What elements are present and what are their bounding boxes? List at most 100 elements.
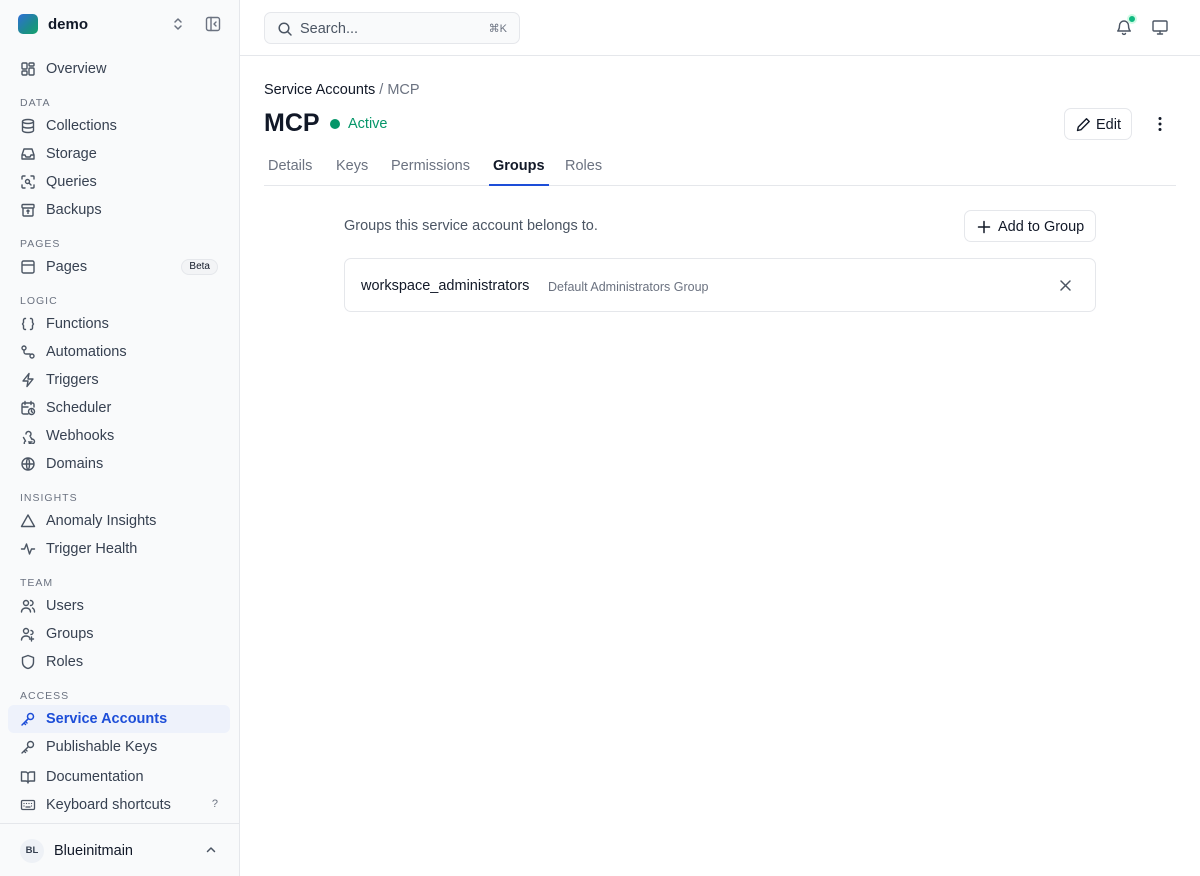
- search-icon: [277, 21, 293, 37]
- status-label: Active: [348, 116, 388, 132]
- archive-restore-icon: [20, 202, 36, 218]
- edit-button[interactable]: Edit: [1064, 108, 1132, 140]
- sidebar-item-label: Domains: [46, 456, 104, 472]
- calendar-clock-icon: [20, 400, 36, 416]
- sidebar-item-label: Automations: [46, 344, 127, 360]
- sidebar-item-keyboard-shortcuts[interactable]: Keyboard shortcuts ?: [8, 791, 230, 819]
- section-label-insights: INSIGHTS: [20, 492, 78, 504]
- database-icon: [20, 118, 36, 134]
- beta-badge: Beta: [181, 259, 218, 275]
- shield-icon: [20, 654, 36, 670]
- sidebar-item-publishable-keys[interactable]: Publishable Keys: [8, 733, 230, 761]
- close-icon[interactable]: [1058, 278, 1073, 293]
- user-name: Blueinitmain: [54, 843, 133, 859]
- key-icon: [20, 739, 36, 755]
- sidebar-item-anomaly-insights[interactable]: Anomaly Insights: [8, 507, 230, 535]
- section-label-logic: LOGIC: [20, 295, 58, 307]
- pencil-icon: [1076, 117, 1091, 132]
- sidebar-item-label: Service Accounts: [46, 711, 168, 727]
- group-description: Default Administrators Group: [548, 280, 709, 294]
- tab-groups[interactable]: Groups: [489, 158, 549, 186]
- sidebar: demo Overview DATA Collections Storage Q…: [0, 0, 240, 876]
- tab-keys[interactable]: Keys: [336, 158, 368, 186]
- tab-permissions[interactable]: Permissions: [391, 158, 470, 186]
- tab-roles[interactable]: Roles: [565, 158, 602, 186]
- user-menu[interactable]: BL Blueinitmain: [0, 823, 239, 876]
- sidebar-item-storage[interactable]: Storage: [8, 140, 230, 168]
- section-label-data: DATA: [20, 97, 51, 109]
- sidebar-item-label: Backups: [46, 202, 102, 218]
- search-input[interactable]: Search... ⌘K: [264, 12, 520, 44]
- sidebar-item-label: Groups: [46, 626, 94, 642]
- status-dot: [330, 119, 340, 129]
- sidebar-item-pages[interactable]: Pages Beta: [8, 253, 230, 281]
- search-shortcut: ⌘K: [488, 23, 507, 35]
- workspace-logo: [18, 14, 38, 34]
- zap-icon: [20, 372, 36, 388]
- section-label-access: ACCESS: [20, 690, 70, 702]
- sidebar-item-documentation[interactable]: Documentation: [8, 763, 230, 791]
- activity-icon: [20, 541, 36, 557]
- layout-icon: [20, 259, 36, 275]
- breadcrumb-separator: /: [379, 82, 384, 98]
- breadcrumb-parent-link[interactable]: Service Accounts: [264, 82, 375, 98]
- workflow-icon: [20, 344, 36, 360]
- avatar: BL: [20, 839, 44, 863]
- tab-details[interactable]: Details: [268, 158, 312, 186]
- group-name: workspace_administrators: [361, 278, 530, 294]
- add-to-group-button[interactable]: Add to Group: [964, 210, 1096, 242]
- sidebar-item-scheduler[interactable]: Scheduler: [8, 394, 230, 422]
- tab-bar: Details Keys Permissions Groups Roles: [264, 150, 1176, 186]
- sidebar-item-service-accounts[interactable]: Service Accounts: [8, 705, 230, 733]
- breadcrumb-current: MCP: [387, 82, 420, 98]
- sidebar-item-queries[interactable]: Queries: [8, 168, 230, 196]
- sidebar-item-groups[interactable]: Groups: [8, 620, 230, 648]
- dashboard-icon: [20, 61, 36, 77]
- sidebar-item-label: Users: [46, 598, 84, 614]
- top-bar: Search... ⌘K: [240, 0, 1200, 56]
- monitor-icon[interactable]: [1151, 18, 1169, 36]
- shortcut-hint: ?: [211, 798, 218, 810]
- sidebar-item-label: Functions: [46, 316, 109, 332]
- keyboard-icon: [20, 797, 36, 813]
- sidebar-item-webhooks[interactable]: Webhooks: [8, 422, 230, 450]
- notification-dot: [1127, 14, 1137, 24]
- sidebar-item-label: Queries: [46, 174, 97, 190]
- alert-triangle-icon: [20, 513, 36, 529]
- webhook-icon: [20, 428, 36, 444]
- sidebar-item-users[interactable]: Users: [8, 592, 230, 620]
- groups-description: Groups this service account belongs to.: [344, 218, 598, 234]
- workspace-switcher[interactable]: demo: [18, 14, 222, 34]
- sidebar-item-trigger-health[interactable]: Trigger Health: [8, 535, 230, 563]
- sidebar-item-roles[interactable]: Roles: [8, 648, 230, 676]
- sidebar-item-functions[interactable]: Functions: [8, 310, 230, 338]
- sidebar-item-label: Scheduler: [46, 400, 112, 416]
- sidebar-item-overview[interactable]: Overview: [8, 55, 230, 83]
- sidebar-item-backups[interactable]: Backups: [8, 196, 230, 224]
- chevron-up-icon: [204, 843, 218, 857]
- sidebar-item-label: Keyboard shortcuts: [46, 797, 171, 813]
- key-icon: [20, 711, 36, 727]
- sidebar-item-triggers[interactable]: Triggers: [8, 366, 230, 394]
- list-item: workspace_administrators Default Adminis…: [344, 258, 1096, 312]
- sidebar-collapse-icon[interactable]: [204, 15, 222, 33]
- status-badge: Active: [330, 116, 388, 132]
- globe-icon: [20, 456, 36, 472]
- sidebar-item-label: Publishable Keys: [46, 739, 158, 755]
- page-title: MCP: [264, 109, 320, 137]
- sidebar-item-domains[interactable]: Domains: [8, 450, 230, 478]
- add-to-group-label: Add to Group: [998, 219, 1085, 235]
- plus-icon: [977, 220, 991, 234]
- sidebar-item-label: Documentation: [46, 769, 144, 785]
- sidebar-item-label: Anomaly Insights: [46, 513, 157, 529]
- section-label-team: TEAM: [20, 577, 54, 589]
- storage-icon: [20, 146, 36, 162]
- more-vertical-icon[interactable]: [1150, 114, 1170, 134]
- sidebar-item-label: Overview: [46, 61, 107, 77]
- sidebar-item-collections[interactable]: Collections: [8, 112, 230, 140]
- sidebar-item-automations[interactable]: Automations: [8, 338, 230, 366]
- braces-icon: [20, 316, 36, 332]
- edit-label: Edit: [1096, 117, 1121, 133]
- sidebar-item-label: Storage: [46, 146, 97, 162]
- chevrons-up-down-icon[interactable]: [170, 16, 186, 32]
